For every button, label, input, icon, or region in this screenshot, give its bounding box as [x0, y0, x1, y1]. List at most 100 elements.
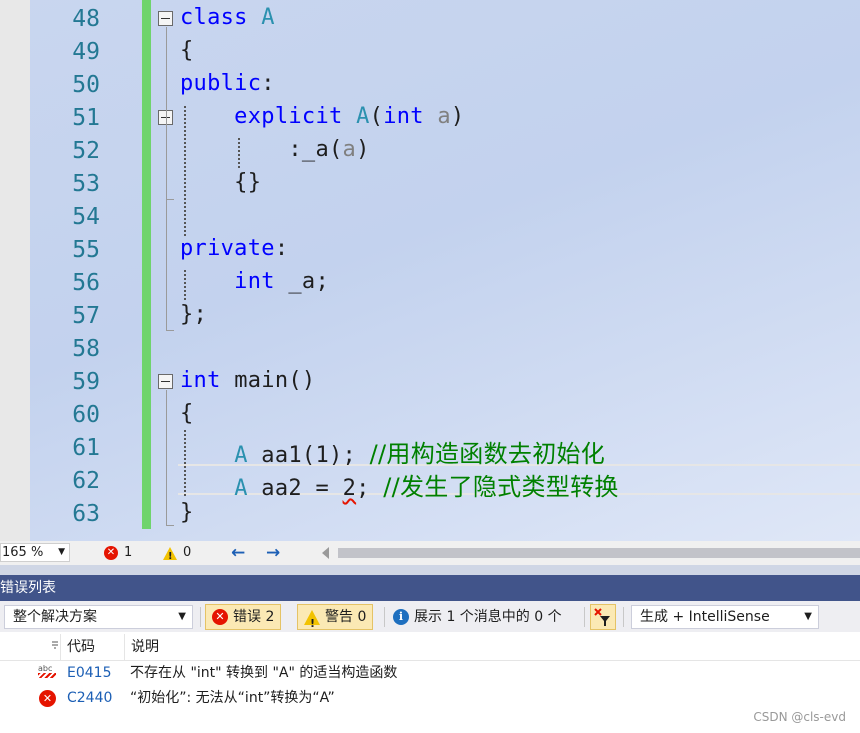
code-text[interactable]: { [180, 38, 194, 63]
code-token: main [234, 368, 289, 393]
previous-issue-button[interactable]: ← [231, 544, 245, 562]
code-line[interactable]: 53 {} [0, 167, 860, 200]
outline-guide-main [166, 390, 167, 525]
messages-filter-label: 展示 1 个消息中的 0 个 [414, 609, 562, 625]
code-line[interactable]: 56 int _a; [0, 266, 860, 299]
error-list-title: 错误列表 [0, 575, 860, 601]
column-header-code[interactable]: 代码 [60, 634, 123, 660]
watermark: CSDN @cls-evd [753, 710, 846, 724]
info-icon: i [393, 609, 409, 625]
error-count-indicator[interactable]: ✕ 1 [104, 544, 132, 562]
warning-count-indicator[interactable]: 0 [163, 544, 192, 566]
code-text[interactable]: { [180, 401, 194, 426]
error-code-link[interactable]: C2440 [67, 686, 112, 711]
code-token: private [180, 236, 275, 261]
line-number: 54 [72, 204, 100, 230]
code-editor[interactable]: 48 class A 49{50 public: 51 explicit A(int a… [0, 0, 860, 541]
line-number: 56 [72, 270, 100, 296]
column-header-description[interactable]: 说明 [124, 634, 851, 660]
code-text[interactable]: :_a(a) [180, 137, 370, 162]
warning-icon [163, 546, 177, 566]
code-line[interactable]: 60 { [0, 398, 860, 431]
errors-filter-button[interactable]: ✕ 错误 2 [205, 604, 282, 630]
line-number: 50 [72, 72, 100, 98]
error-code-link[interactable]: E0415 [67, 661, 111, 686]
line-number: 55 [72, 237, 100, 263]
code-token: : [261, 71, 275, 96]
code-line[interactable]: 54 [0, 200, 860, 233]
line-number: 60 [72, 402, 100, 428]
code-line[interactable]: 51 explicit A(int a) [0, 101, 860, 134]
code-text[interactable]: int main() [180, 368, 315, 393]
code-text[interactable]: {} [180, 170, 261, 195]
code-token: ( [369, 104, 384, 129]
errors-filter-label: 错误 2 [233, 609, 275, 625]
code-line[interactable]: 58 [0, 332, 860, 365]
code-token: a [437, 104, 451, 129]
panel-splitter[interactable] [0, 565, 860, 575]
outline-guide-ctor [166, 126, 167, 199]
arrow-right-icon: → [266, 543, 281, 563]
code-text[interactable]: }; [180, 302, 207, 327]
code-line[interactable]: 55 private: [0, 233, 860, 266]
build-error-icon: ✕ [39, 690, 56, 707]
code-token: () [288, 368, 316, 393]
scrollbar-thumb[interactable] [338, 548, 860, 558]
code-text[interactable]: explicit A(int a) [180, 104, 464, 129]
warnings-filter-button[interactable]: 警告 0 [297, 604, 374, 636]
code-text[interactable]: public: [180, 71, 275, 96]
code-token: :_a( [180, 137, 343, 162]
collapse-main-icon[interactable] [158, 374, 173, 389]
indent-guide [184, 106, 186, 236]
code-line[interactable]: 61 A aa1(1); //用构造函数去初始化 [0, 431, 860, 468]
table-row[interactable]: ✕ C2440 “初始化”: 无法从“int”转换为“A” [0, 686, 860, 711]
code-text[interactable]: private: [180, 236, 288, 261]
collapse-class-a-icon[interactable] [158, 11, 173, 26]
code-token: int [180, 368, 235, 393]
filter-toggle-button[interactable] [590, 604, 616, 630]
chevron-down-icon: ▼ [178, 611, 186, 622]
messages-filter-button[interactable]: i 展示 1 个消息中的 0 个 [387, 604, 568, 630]
code-token: explicit [180, 104, 357, 129]
scope-dropdown[interactable]: 整个解决方案 ▼ [4, 605, 193, 629]
code-line[interactable]: 49 { [0, 35, 860, 68]
code-token: { [180, 38, 194, 63]
column-sort-handle[interactable] [30, 634, 60, 660]
chevron-down-icon: ▼ [804, 611, 812, 622]
code-line[interactable]: 57}; [0, 299, 860, 332]
code-token: ) [356, 137, 370, 162]
column-header-code-label: 代码 [67, 639, 95, 655]
code-token: _a; [288, 269, 330, 294]
editor-status-bar: 165 % ▼ ✕ 1 0 ← → [0, 541, 860, 566]
table-row[interactable]: abc E0415 不存在从 "int" 转换到 "A" 的适当构造函数 [0, 661, 860, 686]
next-issue-button[interactable]: → [266, 544, 280, 562]
code-line[interactable]: 62 A aa2 = 2; //发生了隐式类型转换 [0, 464, 860, 501]
outline-guide-ctor-end [166, 199, 174, 200]
line-number: 49 [72, 39, 100, 65]
warning-count: 0 [183, 545, 192, 560]
code-token: int [383, 104, 438, 129]
line-number: 57 [72, 303, 100, 329]
code-line[interactable]: 48 class A [0, 2, 860, 35]
indent-guide [238, 138, 240, 168]
code-line[interactable]: 50 public: [0, 68, 860, 101]
horizontal-scrollbar[interactable] [320, 547, 860, 559]
line-number: 63 [72, 501, 100, 527]
code-line[interactable]: 52 :_a(a) [0, 134, 860, 167]
code-text[interactable]: } [180, 500, 194, 525]
error-list-table: 代码 说明 abc E0415 不存在从 "int" 转换到 "A" 的适当构造… [0, 634, 860, 712]
line-number: 51 [72, 105, 100, 131]
zoom-dropdown[interactable]: 165 % ▼ [0, 543, 70, 562]
error-list-title-text: 错误列表 [0, 580, 56, 596]
code-line[interactable]: 63} [0, 497, 860, 530]
column-header-description-label: 说明 [131, 639, 159, 655]
code-token: int [180, 269, 289, 294]
build-source-dropdown[interactable]: 生成 + IntelliSense ▼ [631, 605, 819, 629]
code-token: A [261, 5, 275, 30]
code-text[interactable]: class A [180, 5, 275, 30]
outline-guide-class-end [166, 330, 174, 331]
code-token: {} [180, 170, 262, 195]
scroll-left-icon[interactable] [322, 547, 329, 559]
code-text[interactable]: int _a; [180, 269, 329, 294]
code-line[interactable]: 59 int main() [0, 365, 860, 398]
